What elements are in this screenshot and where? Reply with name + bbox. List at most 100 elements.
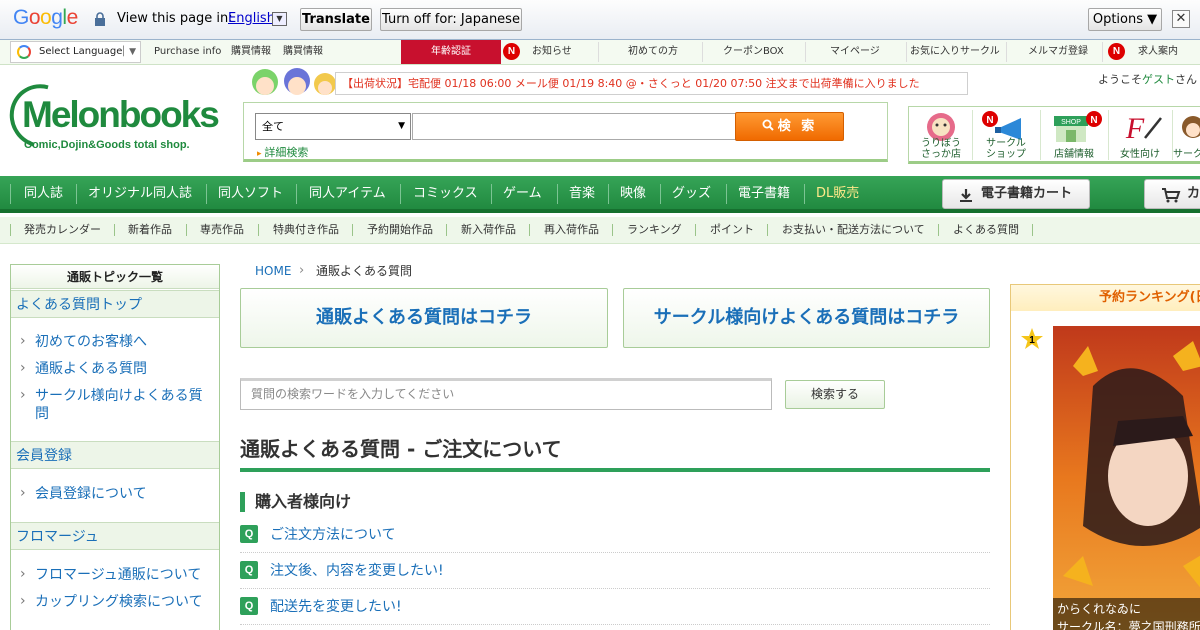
options-button[interactable]: Options ▼ [1088, 8, 1162, 31]
sub-nav-points[interactable]: ポイント [710, 223, 754, 237]
icon-nav-label: 店舗情報 [1054, 149, 1094, 160]
cart-icon [1162, 188, 1181, 203]
nav-first-time[interactable]: 初めての方 [628, 45, 678, 59]
select-language-dropdown[interactable]: Select Language │ ▼ [10, 41, 141, 63]
faq-search-input[interactable]: 質問の検索ワードを入力してください [240, 378, 772, 410]
cart-button[interactable]: カ [1144, 179, 1200, 209]
language-link[interactable]: English [228, 11, 275, 27]
view-page-label: View this page in: [117, 11, 233, 26]
icon-nav-circle[interactable]: サーク [1173, 108, 1200, 162]
keyword-search-input[interactable] [412, 113, 736, 140]
logo-tagline: Comic,Dojin&Goods total shop. [24, 139, 190, 151]
category-value: 全て [262, 120, 284, 133]
svg-text:F: F [1125, 112, 1145, 144]
nav-news[interactable]: お知らせ [532, 45, 572, 59]
sidebar-link-mail-faq[interactable]: 通販よくある質問 [20, 359, 212, 378]
nav-favorite-circles[interactable]: お気に入りサークル [910, 45, 1000, 59]
main-nav-comics[interactable]: コミックス [413, 185, 478, 203]
nav-coupon-box[interactable]: クーポンBOX [723, 45, 784, 59]
new-badge-icon: N [503, 43, 520, 60]
main-nav-doujinshi[interactable]: 同人誌 [24, 185, 63, 203]
icon-nav-female[interactable]: F 女性向け [1109, 108, 1171, 162]
sidebar-link-member-registration[interactable]: 会員登録について [20, 484, 212, 503]
sub-nav-restock[interactable]: 再入荷作品 [544, 223, 599, 237]
question-row[interactable]: Q ご注文方法について [240, 525, 990, 553]
category-select[interactable]: 全て ▼ [255, 113, 411, 140]
question-link[interactable]: ご注文方法について [270, 526, 396, 544]
icon-nav-label: サーク [1173, 149, 1200, 160]
translate-button[interactable]: Translate [300, 8, 372, 31]
page-title: 通販よくある質問 - ご注文について [240, 436, 990, 472]
sub-nav-arrivals[interactable]: 新入荷作品 [461, 223, 516, 237]
ranking-item-circle: サークル名：夢之国刑務所 [1057, 620, 1200, 630]
breadcrumb-separator-icon: › [299, 263, 305, 278]
question-link[interactable]: 配送先を変更したい! [270, 598, 402, 616]
guest-link[interactable]: ゲスト [1142, 73, 1175, 86]
main-nav-video[interactable]: 映像 [620, 185, 646, 203]
question-row[interactable]: Q 注文後、内容を変更したい! [240, 561, 990, 589]
select-language-label: Select Language [39, 46, 123, 57]
main-nav-goods[interactable]: グッズ [672, 185, 711, 203]
icon-nav-store-info[interactable]: SHOP N 店舗情報 [1041, 108, 1107, 162]
sub-nav-exclusive[interactable]: 専売作品 [200, 223, 244, 237]
question-link[interactable]: 注文後、内容を変更したい! [270, 562, 444, 580]
rank-star-icon: 1 [1021, 328, 1043, 349]
faq-search-button[interactable]: 検索する [785, 380, 885, 409]
sub-nav-preorder[interactable]: 予約開始作品 [367, 223, 433, 237]
nav-age-verification[interactable]: 年齢認証 [401, 40, 501, 64]
question-row[interactable]: Q 配送先を変更したい! [240, 597, 990, 625]
sidebar-link-coupling-search[interactable]: カップリング検索について [20, 592, 212, 611]
sub-nav-payment[interactable]: お支払い・配送方法について [782, 223, 925, 237]
nav-jobs[interactable]: 求人案内 [1138, 45, 1178, 59]
nav-kobai-2[interactable]: 購買情報 [283, 45, 323, 59]
icon-nav-circle-shop[interactable]: N サークル ショップ [973, 108, 1039, 162]
main-nav-game[interactable]: ゲーム [503, 185, 542, 203]
ranking-item-image[interactable] [1053, 326, 1200, 630]
nav-divider [557, 184, 558, 204]
main-nav-dl[interactable]: DL販売 [816, 185, 859, 203]
ebook-cart-button[interactable]: 電子書籍カート [942, 179, 1090, 209]
nav-divider [296, 184, 297, 204]
nav-divider [1102, 42, 1103, 62]
melonbooks-logo[interactable]: Melonbooks [22, 95, 220, 135]
main-nav-ebooks[interactable]: 電子書籍 [738, 185, 790, 203]
main-nav-music[interactable]: 音楽 [569, 185, 595, 203]
nav-purchase-info[interactable]: Purchase info [154, 45, 221, 59]
nav-divider [938, 224, 939, 236]
female-pen-icon: F [1125, 112, 1162, 145]
rank-number: 1 [1029, 335, 1035, 346]
nav-mailmag[interactable]: メルマガ登録 [1028, 45, 1088, 59]
sub-nav-calendar[interactable]: 発売カレンダー [24, 223, 101, 237]
sub-nav-new[interactable]: 新着作品 [128, 223, 172, 237]
sub-nav-ranking[interactable]: ランキング [627, 223, 682, 237]
sidebar-head-faq-top[interactable]: よくある質問トップ [11, 290, 219, 318]
nav-divider [702, 42, 703, 62]
sidebar-head-fromage[interactable]: フロマージュ [11, 522, 219, 550]
section-title: 購入者様向け [240, 492, 351, 512]
advanced-search-link[interactable]: ▸ 詳細検索 [257, 146, 308, 161]
sub-nav-faq[interactable]: よくある質問 [953, 223, 1019, 237]
sidebar-link-circle-faq[interactable]: サークル様向けよくある質問 [20, 386, 212, 423]
main-nav-soft[interactable]: 同人ソフト [218, 185, 283, 203]
ranking-item-title[interactable]: からくれなゐに [1057, 600, 1200, 618]
sidebar-link-first-time[interactable]: 初めてのお客様へ [20, 332, 212, 351]
turn-off-button[interactable]: Turn off for: Japanese [380, 8, 522, 31]
main-nav-items[interactable]: 同人アイテム [309, 185, 386, 203]
circle-faq-button[interactable]: サークル様向けよくある質問はコチラ [623, 288, 990, 348]
nav-divider [529, 224, 530, 236]
breadcrumb-home[interactable]: HOME [255, 264, 291, 278]
main-nav-original[interactable]: オリジナル同人誌 [88, 185, 192, 203]
sub-nav [0, 217, 1200, 244]
sidebar-head-member[interactable]: 会員登録 [11, 441, 219, 469]
icon-nav-uribou[interactable]: うりぼう さっか店 [910, 108, 972, 162]
nav-mypage[interactable]: マイページ [830, 45, 880, 59]
close-icon[interactable]: ✕ [1172, 10, 1190, 28]
language-dropdown-icon[interactable]: ▼ [272, 12, 287, 26]
faq-button[interactable]: 通販よくある質問はコチラ [240, 288, 608, 348]
nav-divider [1032, 224, 1033, 236]
nav-kobai-1[interactable]: 購買情報 [231, 45, 271, 59]
sub-nav-bonus[interactable]: 特典付き作品 [273, 223, 339, 237]
icon-nav-label: サークル ショップ [986, 138, 1026, 160]
search-button[interactable]: 検 索 [735, 112, 844, 141]
sidebar-link-fromage-mail[interactable]: フロマージュ通販について [20, 565, 212, 584]
